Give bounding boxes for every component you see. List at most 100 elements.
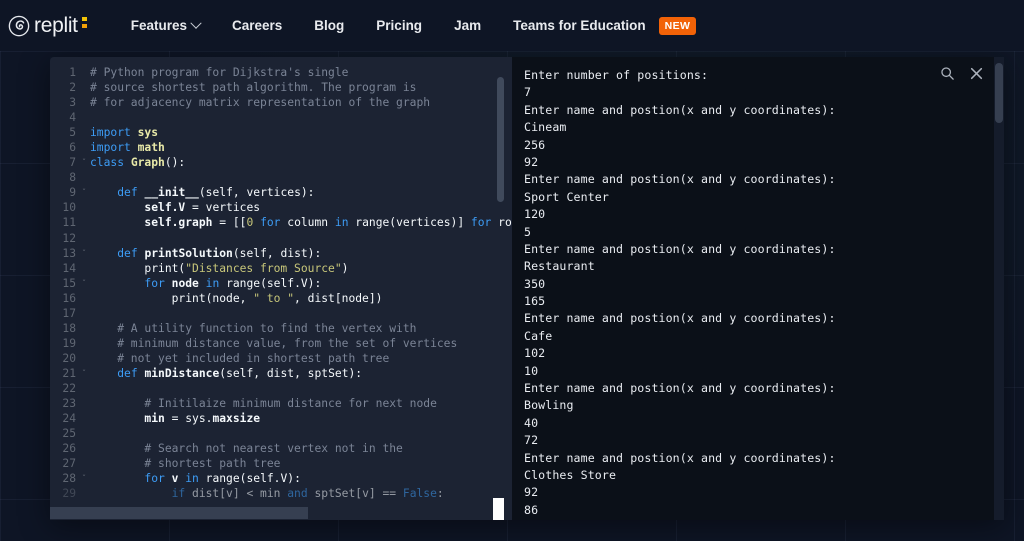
- code-line: 4: [50, 110, 512, 125]
- nav-item-teams-for-education-label: Teams for Education: [513, 18, 646, 33]
- line-number: 11: [62, 216, 76, 230]
- fold-chevron-icon[interactable]: ˇ: [78, 185, 90, 200]
- code-text: import sys: [90, 126, 159, 140]
- code-line: 27 # shortest path tree: [50, 456, 512, 471]
- line-number: 17: [62, 306, 76, 320]
- line-number: 3: [69, 96, 76, 110]
- console-output-pane[interactable]: Enter number of positions: 7 Enter name an…: [512, 57, 1004, 520]
- code-line: 18 # A utility function to find the vert…: [50, 321, 512, 336]
- replit-logo-dots: [81, 14, 89, 37]
- line-number: 25: [62, 427, 76, 441]
- code-line: 7 ˇ class Graph():: [50, 155, 512, 170]
- console-line: 7: [524, 85, 532, 100]
- code-line: 3 # for adjacency matrix representation o…: [50, 95, 512, 110]
- code-line: 19 # minimum distance value, from the se…: [50, 336, 512, 351]
- chevron-down-icon: [190, 17, 202, 29]
- nav-item-pricing[interactable]: Pricing: [360, 12, 438, 39]
- code-text: # shortest path tree: [90, 457, 281, 471]
- editor-vertical-scrollbar[interactable]: [497, 69, 504, 494]
- code-editor-pane[interactable]: 1 # Python program for Dijkstra's single 2…: [50, 57, 512, 520]
- code-line: 10 self.V = vertices: [50, 200, 512, 215]
- editor-horizontal-scrollbar-thumb[interactable]: [50, 507, 308, 519]
- nav-item-jam-label: Jam: [454, 18, 482, 33]
- console-line: Enter name and postion(x and y coordinat…: [524, 102, 836, 117]
- fold-chevron-icon[interactable]: ˇ: [78, 366, 90, 381]
- console-line: 102: [524, 346, 546, 361]
- console-scrollbar[interactable]: [994, 57, 1004, 520]
- replit-logo[interactable]: replit: [8, 14, 89, 38]
- nav-item-careers[interactable]: Careers: [216, 12, 298, 39]
- console-output-text: Enter number of positions: 7 Enter name an…: [524, 67, 964, 520]
- console-scrollbar-thumb[interactable]: [995, 63, 1003, 123]
- code-line: 23 # Initilaize minimum distance for nex…: [50, 396, 512, 411]
- line-number: 13: [62, 246, 76, 260]
- code-line: 14 print("Distances from Source"): [50, 261, 512, 276]
- code-line: 28 ˇ for v in range(self.V):: [50, 471, 512, 486]
- line-number: 9: [69, 186, 76, 200]
- console-line: Sport Center: [524, 189, 609, 204]
- code-text: # minimum distance value, from the set o…: [90, 336, 458, 350]
- code-text: # not yet included in shortest path tree: [90, 351, 390, 365]
- code-line: 25: [50, 426, 512, 441]
- code-line: 6 import math: [50, 140, 512, 155]
- line-number: 20: [62, 351, 76, 365]
- console-line: 86: [524, 502, 539, 517]
- console-line: Enter name and postion(x and y coordinat…: [524, 172, 836, 187]
- console-line: Enter name and postion(x and y coordinat…: [524, 241, 836, 256]
- nav-item-teams-for-education[interactable]: Teams for Education NEW: [497, 11, 712, 41]
- code-text: # Search not nearest vertex not in the: [90, 442, 403, 456]
- code-line: 26 # Search not nearest vertex not in th…: [50, 441, 512, 456]
- fold-chevron-icon[interactable]: ˇ: [78, 471, 90, 486]
- nav-item-careers-label: Careers: [232, 18, 283, 33]
- console-line: 92: [524, 154, 539, 169]
- console-line: 72: [524, 433, 539, 448]
- console-line: Bowling: [524, 398, 574, 413]
- code-line: 8: [50, 170, 512, 185]
- code-line: 20 # not yet included in shortest path t…: [50, 351, 512, 366]
- fold-chevron-icon[interactable]: ˇ: [78, 246, 90, 261]
- replit-logo-text: replit: [34, 13, 78, 37]
- code-line: 16 print(node, " to ", dist[node]): [50, 291, 512, 306]
- code-text: # source shortest path algorithm. The pr…: [90, 81, 417, 95]
- search-icon[interactable]: [939, 65, 955, 81]
- code-text: # for adjacency matrix representation of…: [90, 96, 431, 110]
- code-text: def __init__(self, vertices):: [117, 186, 315, 200]
- nav-item-blog[interactable]: Blog: [298, 12, 360, 39]
- nav-item-jam[interactable]: Jam: [438, 12, 497, 39]
- code-text: self.V = vertices: [90, 201, 261, 215]
- console-line: Cafe: [524, 328, 553, 343]
- line-number: 24: [62, 412, 76, 426]
- line-number: 8: [69, 171, 76, 185]
- code-text: class Graph():: [90, 156, 186, 170]
- line-number: 12: [62, 231, 76, 245]
- nav-item-features[interactable]: Features: [115, 12, 216, 39]
- editor-horizontal-scrollbar[interactable]: [50, 506, 512, 520]
- code-line: 5 import sys: [50, 125, 512, 140]
- console-line: 165: [524, 294, 546, 309]
- code-text: # Python program for Dijkstra's single: [90, 66, 349, 79]
- top-navigation-bar: replit Features Careers Blog Pricing Jam…: [0, 0, 1024, 51]
- line-number: 1: [69, 66, 76, 79]
- fold-chevron-icon[interactable]: ˇ: [78, 276, 90, 291]
- console-line: 5: [524, 224, 532, 239]
- close-icon[interactable]: [968, 65, 984, 81]
- console-line: 40: [524, 415, 539, 430]
- console-line: Enter name and postion(x and y coordinat…: [524, 381, 836, 396]
- line-number: 29: [62, 487, 76, 501]
- code-line: 11 self.graph = [[0 for column in range(…: [50, 215, 512, 230]
- editor-vertical-scrollbar-thumb[interactable]: [497, 77, 504, 202]
- line-number: 19: [62, 336, 76, 350]
- console-actions: [939, 65, 984, 81]
- nav-item-features-label: Features: [130, 18, 187, 33]
- code-editor-content[interactable]: 1 # Python program for Dijkstra's single 2…: [50, 65, 512, 505]
- line-number: 26: [62, 442, 76, 456]
- code-text: # Initilaize minimum distance for next n…: [90, 397, 437, 411]
- line-number: 4: [69, 111, 76, 125]
- pane-resize-handle[interactable]: [493, 498, 504, 520]
- replit-spiral-logo-icon: [8, 15, 30, 36]
- replit-ide-page: replit Features Careers Blog Pricing Jam…: [0, 0, 1024, 541]
- fold-chevron-icon[interactable]: ˇ: [78, 155, 90, 170]
- code-line: 22: [50, 381, 512, 396]
- line-number: 15: [62, 276, 76, 290]
- code-line: 24 min = sys.maxsize: [50, 411, 512, 426]
